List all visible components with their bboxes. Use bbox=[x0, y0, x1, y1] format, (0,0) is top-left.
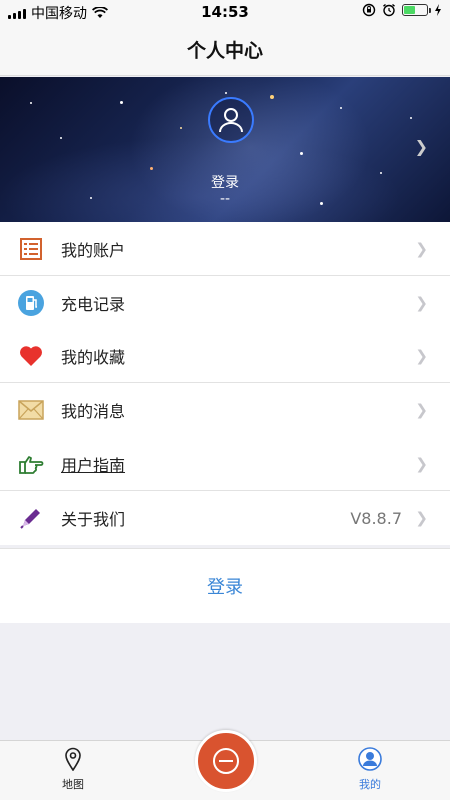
menu-item-favorites[interactable]: 我的收藏 ❯ bbox=[0, 329, 450, 383]
center-action-button[interactable] bbox=[195, 730, 257, 792]
menu-item-label: 我的消息 bbox=[61, 402, 126, 421]
status-bar: 中国移动 14:53 bbox=[0, 0, 450, 24]
charging-bolt-icon bbox=[435, 4, 441, 16]
page-title: 个人中心 bbox=[186, 40, 263, 62]
menu-item-label: 充电记录 bbox=[61, 295, 126, 314]
profile-login-label[interactable]: 登录 bbox=[0, 172, 450, 192]
menu-group-info: 用户指南 ❯ 关于我们 V8.8.7 ❯ bbox=[0, 437, 450, 545]
menu-item-label: 我的账户 bbox=[61, 240, 126, 260]
login-button-label: 登录 bbox=[207, 577, 243, 598]
status-right bbox=[362, 3, 442, 17]
map-pin-icon bbox=[65, 747, 81, 772]
charging-station-icon bbox=[18, 290, 44, 316]
menu-item-charging-records[interactable]: 充电记录 ❯ bbox=[0, 276, 450, 330]
tab-label: 地图 bbox=[62, 778, 84, 791]
menu-item-messages[interactable]: 我的消息 ❯ bbox=[0, 383, 450, 437]
minus-circle-icon bbox=[213, 748, 239, 774]
ledger-icon bbox=[18, 236, 44, 262]
profile-banner[interactable]: 登录 -- ❯ bbox=[0, 77, 450, 222]
tab-label: 我的 bbox=[359, 778, 381, 791]
chevron-right-icon: ❯ bbox=[415, 239, 428, 258]
menu-group-favorites: 我的收藏 ❯ 我的消息 ❯ bbox=[0, 329, 450, 437]
menu-item-about[interactable]: 关于我们 V8.8.7 ❯ bbox=[0, 491, 450, 545]
avatar[interactable] bbox=[208, 97, 254, 143]
version-label: V8.8.7 bbox=[350, 508, 402, 528]
chevron-right-icon: ❯ bbox=[415, 346, 428, 365]
chevron-right-icon: ❯ bbox=[414, 137, 428, 156]
tab-map[interactable]: 地图 bbox=[33, 747, 113, 792]
menu-item-label: 用户指南 bbox=[61, 455, 126, 475]
chevron-right-icon: ❯ bbox=[415, 401, 428, 419]
heart-icon bbox=[18, 343, 44, 369]
menu-item-label: 关于我们 bbox=[61, 510, 126, 529]
chevron-right-icon: ❯ bbox=[415, 294, 428, 312]
pencil-icon bbox=[18, 505, 44, 531]
orientation-lock-icon bbox=[362, 3, 376, 17]
menu-item-user-guide[interactable]: 用户指南 ❯ bbox=[0, 437, 450, 491]
menu-item-account[interactable]: 我的账户 ❯ bbox=[0, 222, 450, 276]
alarm-icon bbox=[383, 3, 395, 17]
user-avatar-icon bbox=[219, 108, 243, 133]
menu-item-label: 我的收藏 bbox=[61, 347, 126, 367]
profile-subtitle: -- bbox=[219, 191, 231, 207]
battery-icon bbox=[402, 4, 431, 16]
pointing-hand-icon bbox=[18, 451, 44, 477]
envelope-icon bbox=[18, 397, 44, 423]
user-icon bbox=[358, 747, 382, 771]
nav-bar: 个人中心 bbox=[0, 24, 450, 76]
tab-mine[interactable]: 我的 bbox=[330, 747, 410, 792]
chevron-right-icon: ❯ bbox=[415, 454, 428, 473]
chevron-right-icon: ❯ bbox=[415, 509, 428, 527]
menu-group-account: 我的账户 ❯ 充电记录 ❯ bbox=[0, 222, 450, 330]
login-button[interactable]: 登录 bbox=[0, 548, 450, 623]
